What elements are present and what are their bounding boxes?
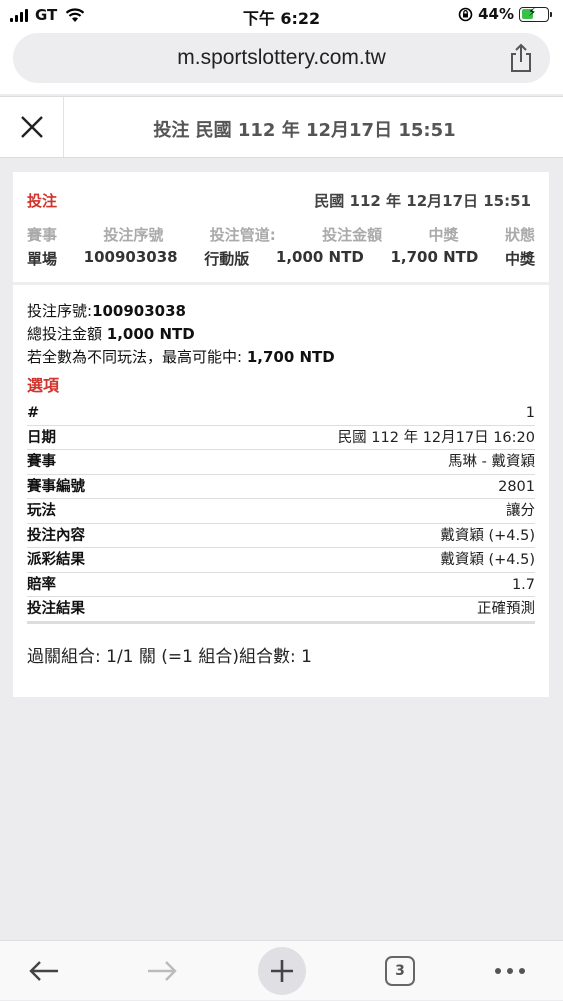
url-text[interactable]: m.sportslottery.com.tw — [13, 46, 550, 70]
bet-label: 投注 — [27, 192, 58, 210]
option-key: 投注結果 — [27, 601, 85, 617]
more-icon[interactable] — [494, 967, 526, 975]
close-button[interactable] — [0, 97, 64, 157]
bet-card: 投注 民國 112 年 12月17日 15:51 賽事 投注序號 投注管道: 投… — [13, 172, 549, 697]
total-value: 1,000 NTD — [106, 325, 195, 343]
parlay-summary: 過關組合: 1/1 關 (=1 組合)組合數: 1 — [27, 647, 312, 667]
option-key: 賠率 — [27, 576, 56, 593]
option-value: 1.7 — [511, 576, 535, 593]
summary-table: 賽事 投注序號 投注管道: 投注金額 中獎 狀態 單場 100903038 行動… — [27, 224, 535, 282]
option-value: 戴資穎 (+4.5) — [440, 552, 535, 568]
browser-address-area: m.sportslottery.com.tw — [0, 30, 563, 94]
summary-top: 投注 民國 112 年 12月17日 15:51 — [27, 172, 535, 222]
status-right: 44% ⚡ — [458, 4, 552, 23]
total-label: 總投注金額 — [27, 325, 107, 343]
summary-col-header: 狀態 — [504, 226, 535, 244]
close-icon[interactable] — [20, 115, 44, 139]
summary-cell: 中獎 — [504, 250, 535, 268]
option-row: 玩法 讓分 — [27, 499, 535, 524]
summary-cell: 1,700 NTD — [390, 248, 479, 266]
options-title: 選項 — [27, 376, 60, 395]
option-row: 投注內容 戴資穎 (+4.5) — [27, 524, 535, 548]
back-arrow-icon[interactable] — [28, 960, 60, 982]
total-line: 總投注金額 1,000 NTD — [27, 323, 535, 346]
summary-header-row: 賽事 投注序號 投注管道: 投注金額 中獎 狀態 — [27, 224, 535, 248]
option-row: 派彩結果 戴資穎 (+4.5) — [27, 548, 535, 573]
option-value: 戴資穎 (+4.5) — [440, 527, 535, 544]
battery-percent: 44% — [478, 5, 514, 23]
summary-cell: 100903038 — [83, 248, 178, 266]
max-payout-line: 若全數為不同玩法，最高可能中: 1,700 NTD — [27, 346, 535, 369]
summary-values-row: 單場 100903038 行動版 1,000 NTD 1,700 NTD 中獎 — [27, 248, 535, 269]
option-value: 2801 — [498, 478, 535, 495]
serial-label: 投注序號: — [27, 302, 93, 320]
max-payout-value: 1,700 NTD — [246, 348, 335, 366]
option-value: 正確預測 — [477, 601, 535, 617]
max-payout-label: 若全數為不同玩法，最高可能中: — [27, 348, 247, 366]
serial-line: 投注序號:100903038 — [27, 300, 535, 323]
summary-col-header: 投注金額 — [322, 226, 383, 244]
divider — [13, 282, 549, 285]
option-key: 日期 — [27, 429, 56, 446]
charging-bolt-icon: ⚡ — [528, 4, 537, 19]
battery-icon: ⚡ — [519, 4, 552, 22]
summary-col-header: 賽事 — [27, 226, 58, 244]
option-value: 民國 112 年 12月17日 16:20 — [337, 429, 535, 446]
bet-date: 民國 112 年 12月17日 15:51 — [314, 192, 531, 210]
status-bar: GT 下午 6:22 44% ⚡ — [0, 0, 563, 30]
option-key: 賽事 — [27, 454, 56, 470]
options-table: #1 日期 民國 112 年 12月17日 16:20 賽事 馬琳 - 戴資穎賽事編號 2… — [27, 401, 535, 624]
tab-count[interactable]: 3 — [385, 956, 415, 986]
summary-cell: 1,000 NTD — [275, 248, 364, 266]
summary-col-header: 中獎 — [428, 226, 459, 244]
new-tab-button[interactable] — [257, 941, 307, 1001]
option-key: 玩法 — [27, 503, 56, 519]
option-row: 賽事 馬琳 - 戴資穎 — [27, 450, 535, 475]
option-key: # — [27, 405, 40, 421]
serial-value: 100903038 — [92, 302, 186, 320]
option-value: 馬琳 - 戴資穎 — [448, 454, 535, 470]
forward-button[interactable] — [132, 941, 192, 1001]
share-icon[interactable] — [508, 43, 534, 73]
option-key: 投注內容 — [27, 527, 85, 544]
forward-arrow-icon[interactable] — [146, 960, 178, 982]
option-key: 賽事編號 — [27, 478, 85, 495]
orientation-lock-icon — [458, 7, 473, 21]
option-key: 派彩結果 — [27, 552, 85, 568]
option-row: #1 — [27, 401, 535, 426]
summary-col-header: 投注管道: — [209, 226, 276, 244]
more-button[interactable] — [480, 941, 540, 1001]
option-row: 日期 民國 112 年 12月17日 16:20 — [27, 426, 535, 450]
plus-icon[interactable] — [258, 947, 306, 995]
option-row: 投注結果 正確預測 — [27, 597, 535, 624]
summary-cell: 行動版 — [204, 250, 250, 268]
page-header: 投注 民國 112 年 12月17日 15:51 — [0, 96, 563, 158]
bet-details: 投注序號:100903038 總投注金額 1,000 NTD 若全數為不同玩法，… — [27, 300, 535, 667]
option-value: 1 — [525, 405, 535, 421]
back-button[interactable] — [14, 941, 74, 1001]
option-row: 賽事編號 2801 — [27, 475, 535, 499]
page-title: 投注 民國 112 年 12月17日 15:51 — [153, 120, 456, 141]
address-bar[interactable]: m.sportslottery.com.tw — [13, 33, 550, 83]
browser-toolbar: 3 — [0, 940, 563, 1000]
option-row: 賠率 1.7 — [27, 573, 535, 597]
option-value: 讓分 — [506, 503, 535, 519]
summary-col-header: 投注序號 — [103, 226, 164, 244]
tabs-button[interactable]: 3 — [370, 941, 430, 1001]
summary-cell: 單場 — [27, 250, 58, 268]
